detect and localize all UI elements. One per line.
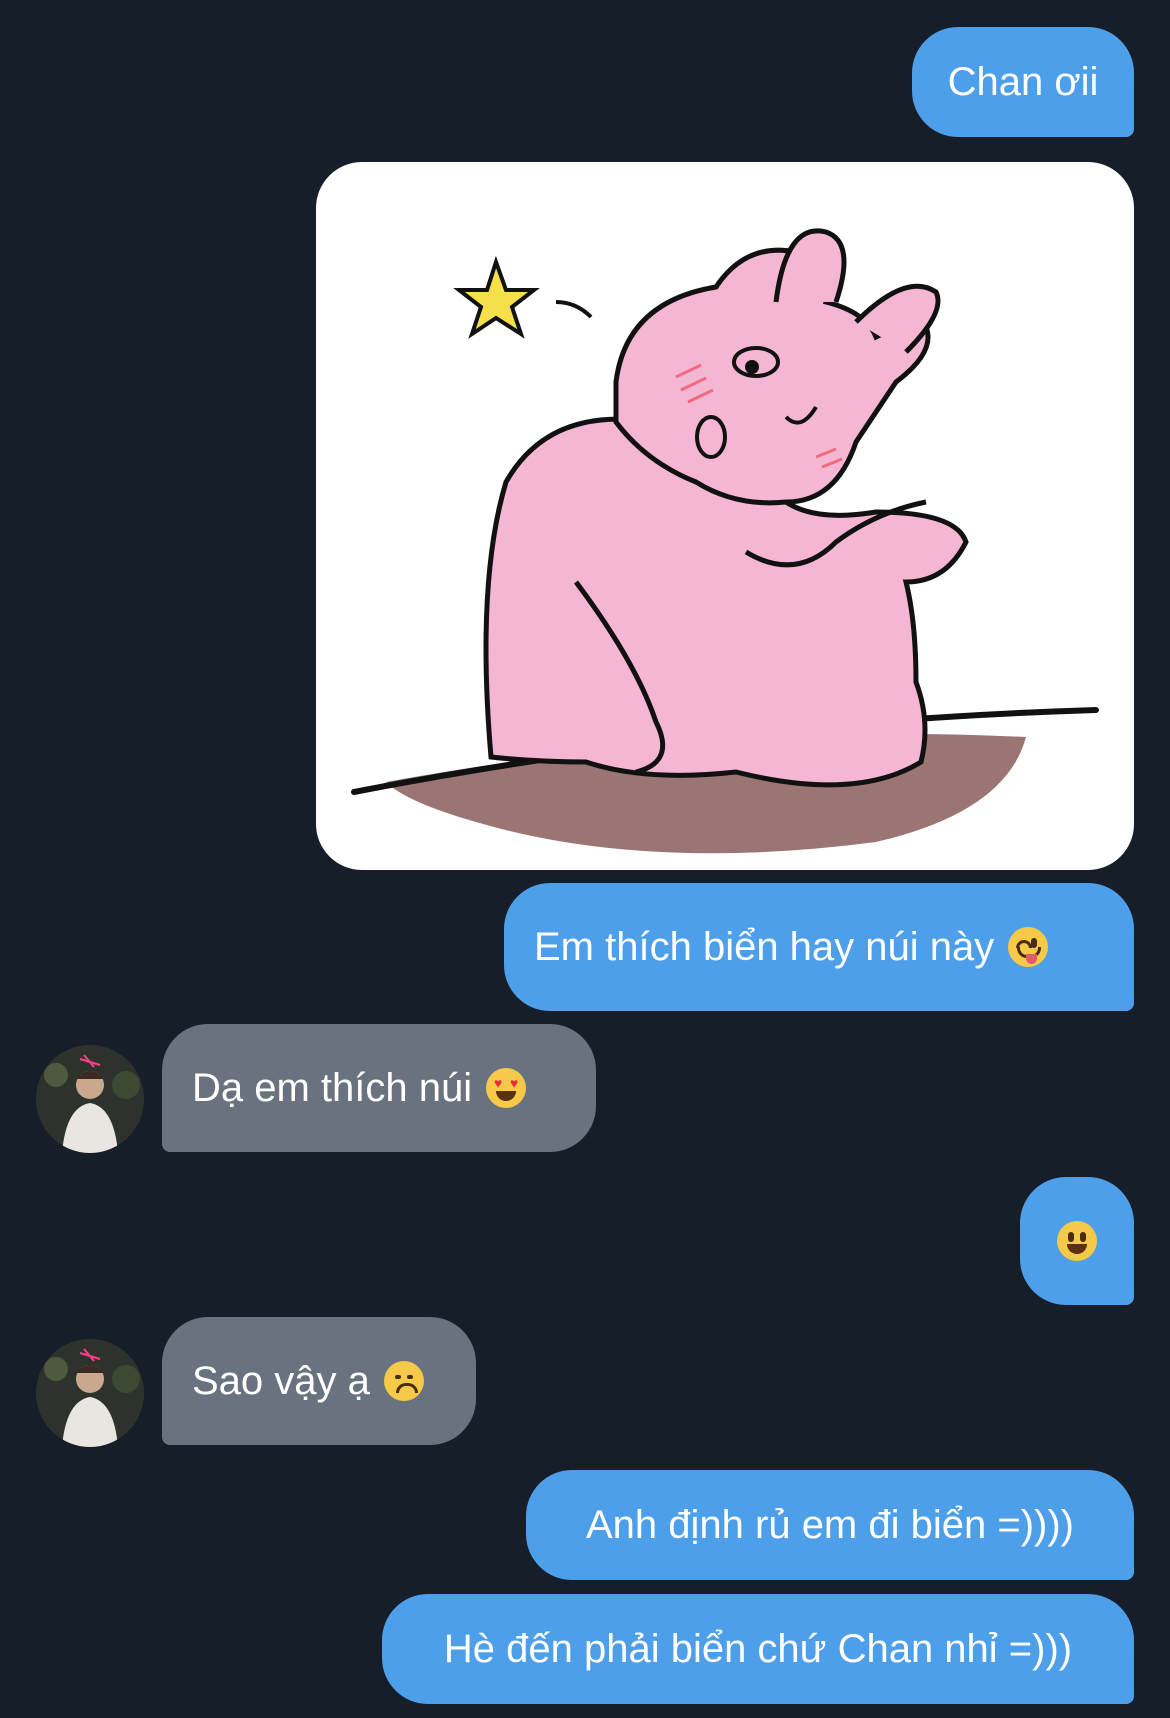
message-text: Em thích biển hay núi này xyxy=(534,925,995,969)
message-bubble-incoming[interactable]: Sao vậy ạ xyxy=(162,1317,476,1445)
yum-emoji-icon xyxy=(1008,927,1049,967)
message-text: Hè đến phải biển chứ Chan nhỉ =))) xyxy=(443,1627,1073,1671)
message-text: Sao vậy ạ xyxy=(192,1359,370,1403)
profile-photo-icon xyxy=(36,1045,144,1153)
message-bubble-outgoing[interactable]: Chan ơii xyxy=(912,27,1134,137)
message-text: Dạ em thích núi xyxy=(192,1066,473,1110)
message-bubble-outgoing[interactable]: Hè đến phải biển chứ Chan nhỉ =))) xyxy=(382,1594,1134,1704)
message-bubble-outgoing[interactable]: Em thích biển hay núi này xyxy=(504,883,1134,1011)
avatar[interactable] xyxy=(36,1339,144,1447)
sticker-image[interactable] xyxy=(316,162,1134,870)
message-bubble-incoming[interactable]: Dạ em thích núi ♥ ♥ xyxy=(162,1024,596,1152)
heart-eyes-emoji-icon: ♥ ♥ xyxy=(486,1068,527,1108)
grinning-emoji-icon xyxy=(1057,1221,1097,1261)
avatar[interactable] xyxy=(36,1045,144,1153)
message-bubble-outgoing[interactable]: Anh định rủ em đi biển =)))) xyxy=(526,1470,1134,1580)
pink-rabbit-sticker-icon xyxy=(351,228,1099,854)
profile-photo-icon xyxy=(36,1339,144,1447)
message-bubble-outgoing[interactable] xyxy=(1020,1177,1134,1305)
message-text: Chan ơii xyxy=(947,60,1099,104)
disappointed-emoji-icon xyxy=(383,1361,424,1401)
message-text: Anh định rủ em đi biển =)))) xyxy=(585,1503,1074,1547)
